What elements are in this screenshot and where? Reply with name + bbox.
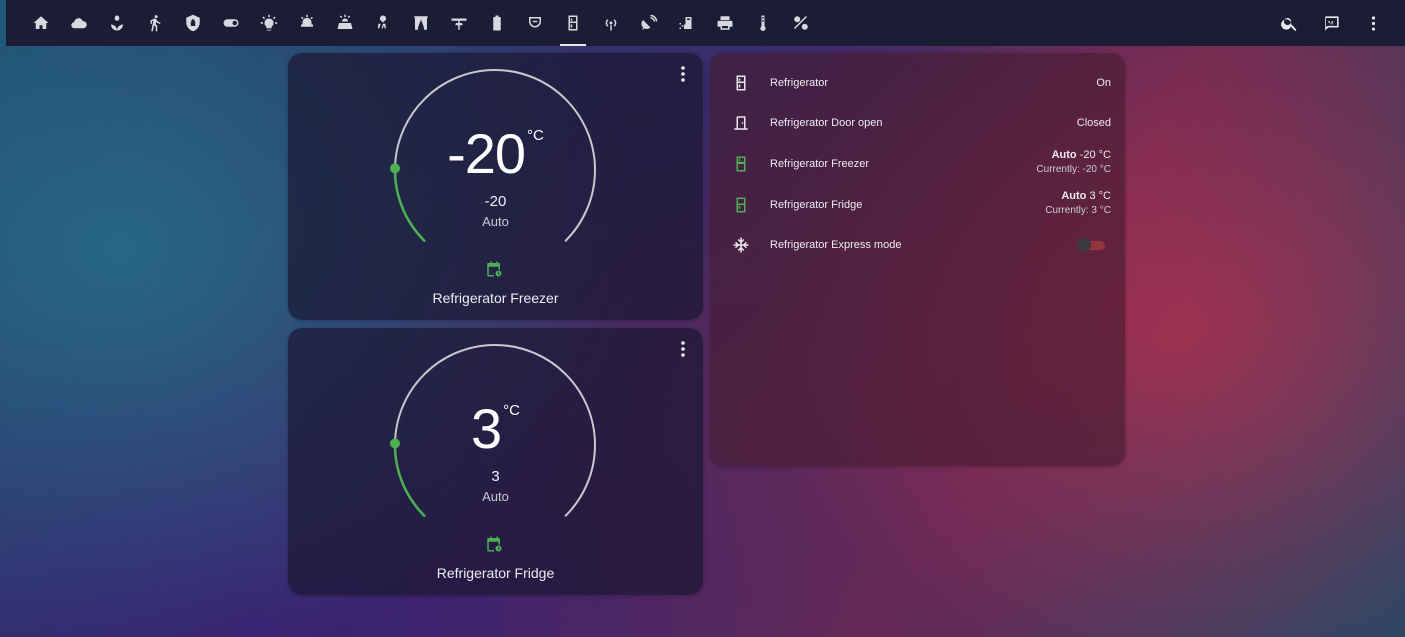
entity-row-freezer[interactable]: Refrigerator Freezer Auto -20 °C Currentl…: [710, 143, 1125, 183]
fridge-current-temperature: 3 °C: [471, 397, 520, 460]
freezer-current-temperature: -20 °C: [447, 122, 544, 185]
fridge-bottom-icon: [732, 155, 750, 173]
fridge-icon: [732, 74, 750, 92]
home-icon[interactable]: [22, 0, 60, 46]
entity-name: Refrigerator Fridge: [770, 199, 863, 211]
flower-icon[interactable]: [98, 0, 136, 46]
ceiling-fan-icon[interactable]: [440, 0, 478, 46]
entity-row-express-mode[interactable]: Refrigerator Express mode: [710, 225, 1125, 265]
top-toolbar: [0, 0, 1405, 46]
entity-row-door[interactable]: Refrigerator Door open Closed: [710, 103, 1125, 143]
freezer-card-menu-button[interactable]: [675, 63, 691, 85]
entity-state-mode: Auto: [1061, 190, 1087, 202]
fridge-dial[interactable]: [288, 328, 703, 595]
freezer-temperature-unit: °C: [527, 127, 544, 144]
freezer-mode-label: Auto: [482, 214, 509, 229]
entity-state-mode: Auto: [1051, 149, 1077, 161]
entity-state: On: [1096, 77, 1111, 89]
solar-panel-icon[interactable]: [326, 0, 364, 46]
freezer-target-temperature: -20: [484, 193, 507, 210]
express-mode-toggle[interactable]: [1077, 238, 1107, 252]
entity-state-value: -20 °C: [1079, 149, 1111, 161]
entity-name: Refrigerator Freezer: [770, 158, 870, 170]
weather-cloud-icon[interactable]: [60, 0, 98, 46]
fridge-card-menu-button[interactable]: [675, 338, 691, 360]
entity-state: Auto -20 °C Currently: -20 °C: [1036, 149, 1111, 175]
toggle-icon[interactable]: [212, 0, 250, 46]
entity-state-current: Currently: -20 °C: [1036, 164, 1111, 175]
security-icon[interactable]: [174, 0, 212, 46]
wireless-icon[interactable]: [592, 0, 630, 46]
entity-row-fridge[interactable]: Refrigerator Fridge Auto 3 °C Currently: …: [710, 184, 1125, 224]
toolbar-edge: [0, 0, 6, 46]
satellite-dish-icon[interactable]: [630, 0, 668, 46]
entity-state: Closed: [1076, 117, 1111, 129]
light-bulb-icon[interactable]: [250, 0, 288, 46]
thermometer-icon[interactable]: [744, 0, 782, 46]
more-vertical-icon[interactable]: [1355, 0, 1391, 46]
freezer-thermostat-card: -20 °C -20 Auto Refrigerator Freezer: [288, 53, 703, 320]
entity-state-current: Currently: 3 °C: [1045, 205, 1111, 216]
printer-icon[interactable]: [706, 0, 744, 46]
search-icon[interactable]: [1271, 0, 1307, 46]
entity-name: Refrigerator Express mode: [770, 239, 902, 251]
entity-name: Refrigerator Door open: [770, 117, 883, 129]
entity-state-value: 3 °C: [1089, 190, 1111, 202]
robot-vacuum-icon[interactable]: [516, 0, 554, 46]
fridge-top-icon: [732, 196, 750, 214]
alarm-light-icon[interactable]: [288, 0, 326, 46]
door-icon: [732, 114, 750, 132]
washing-icon[interactable]: [668, 0, 706, 46]
fridge-target-temperature: 3: [491, 468, 500, 485]
entity-state: Auto 3 °C Currently: 3 °C: [1045, 190, 1111, 216]
fridge-card-name: Refrigerator Fridge: [436, 565, 555, 581]
tools-icon[interactable]: [782, 0, 820, 46]
fridge-mode-label: Auto: [482, 489, 509, 504]
snowflake-icon: [732, 236, 750, 254]
toolbar-actions: [1271, 0, 1391, 46]
air-conditioner-icon[interactable]: [364, 0, 402, 46]
entity-row-refrigerator[interactable]: Refrigerator On: [710, 63, 1125, 103]
fridge-thermostat-card: 3 °C 3 Auto Refrigerator Fridge: [288, 328, 703, 595]
fridge-icon[interactable]: [554, 0, 592, 46]
entities-card: Refrigerator On Refrigerator Door open C…: [710, 53, 1125, 466]
view-tabs: [22, 0, 820, 46]
battery-icon[interactable]: [478, 0, 516, 46]
toggle-knob: [1077, 238, 1091, 252]
fridge-temperature-unit: °C: [503, 402, 520, 419]
freezer-dial[interactable]: [288, 53, 703, 320]
freezer-card-name: Refrigerator Freezer: [432, 290, 559, 306]
assist-icon[interactable]: [1313, 0, 1349, 46]
curtains-icon[interactable]: [402, 0, 440, 46]
calendar-clock-icon[interactable]: [485, 535, 503, 553]
motion-icon[interactable]: [136, 0, 174, 46]
entity-name: Refrigerator: [770, 77, 829, 89]
calendar-clock-icon[interactable]: [485, 260, 503, 278]
